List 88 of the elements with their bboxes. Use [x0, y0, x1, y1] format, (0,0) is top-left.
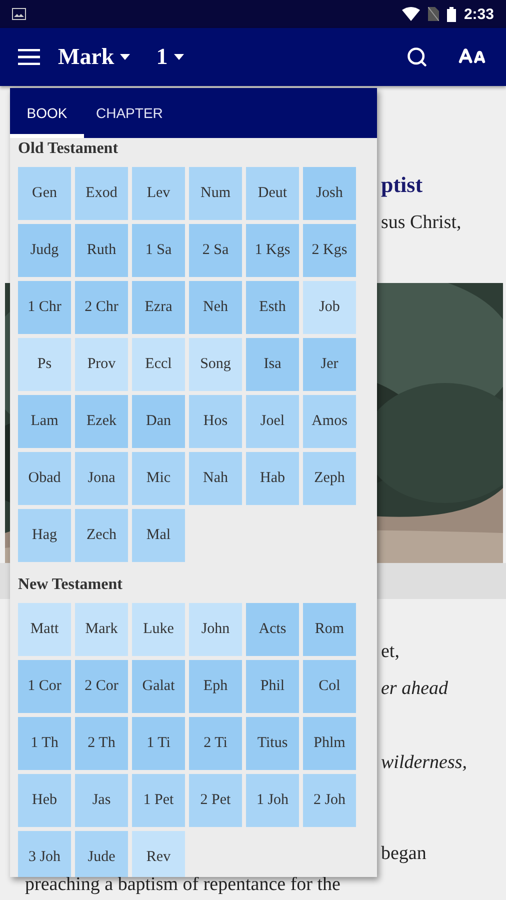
book-tile[interactable]: 1 Ti	[132, 717, 185, 770]
book-tile[interactable]: Josh	[303, 167, 356, 220]
book-tile[interactable]: Rev	[132, 831, 185, 877]
book-tile[interactable]: 1 Sa	[132, 224, 185, 277]
book-tile[interactable]: Hos	[189, 395, 242, 448]
menu-icon[interactable]	[18, 49, 40, 65]
caret-icon	[120, 54, 130, 60]
verse-text: wilderness,	[381, 752, 468, 774]
book-tile[interactable]: Col	[303, 660, 356, 713]
book-tile[interactable]: 1 Kgs	[246, 224, 299, 277]
book-tile[interactable]: 2 Chr	[75, 281, 128, 334]
book-tile[interactable]: 2 Pet	[189, 774, 242, 827]
book-tile[interactable]: Luke	[132, 603, 185, 656]
book-tile[interactable]: Gen	[18, 167, 71, 220]
book-tile[interactable]: Matt	[18, 603, 71, 656]
testament-heading: Old Testament	[18, 140, 118, 158]
book-tile[interactable]: John	[189, 603, 242, 656]
book-tile[interactable]: Neh	[189, 281, 242, 334]
book-tile[interactable]: Eccl	[132, 338, 185, 391]
book-tile[interactable]: 1 Th	[18, 717, 71, 770]
book-tile[interactable]: Mark	[75, 603, 128, 656]
book-tile[interactable]: Acts	[246, 603, 299, 656]
search-icon	[406, 46, 428, 68]
chapter-dropdown[interactable]: 1	[148, 44, 192, 70]
book-tile[interactable]: Num	[189, 167, 242, 220]
book-tile[interactable]: Phlm	[303, 717, 356, 770]
book-tile[interactable]: 1 Pet	[132, 774, 185, 827]
book-tile[interactable]: Jona	[75, 452, 128, 505]
image-icon	[12, 8, 26, 20]
picker-tab[interactable]: CHAPTER	[84, 88, 175, 138]
picker-tab[interactable]: BOOK	[10, 88, 84, 138]
status-time: 2:33	[464, 6, 494, 22]
book-tile[interactable]: Deut	[246, 167, 299, 220]
book-tile[interactable]: Hab	[246, 452, 299, 505]
book-tile[interactable]: Jas	[75, 774, 128, 827]
verse-text: et,	[381, 641, 400, 663]
book-dropdown[interactable]: Mark	[50, 44, 138, 70]
testament-heading: New Testament	[18, 576, 122, 594]
book-tile[interactable]: Ps	[18, 338, 71, 391]
book-tile[interactable]: Ezra	[132, 281, 185, 334]
book-tile[interactable]: 3 Joh	[18, 831, 71, 877]
caret-icon	[174, 54, 184, 60]
book-tile[interactable]: 1 Cor	[18, 660, 71, 713]
book-tile[interactable]: Song	[189, 338, 242, 391]
book-tile[interactable]: Eph	[189, 660, 242, 713]
book-tile[interactable]: Jude	[75, 831, 128, 877]
verse-text: sus Christ,	[381, 212, 462, 234]
book-tile[interactable]: Zeph	[303, 452, 356, 505]
book-tile[interactable]: 1 Chr	[18, 281, 71, 334]
book-tile[interactable]: 2 Th	[75, 717, 128, 770]
book-tile[interactable]: Mic	[132, 452, 185, 505]
book-tile[interactable]: Mal	[132, 509, 185, 562]
book-tile[interactable]: Lev	[132, 167, 185, 220]
book-tile[interactable]: Nah	[189, 452, 242, 505]
book-tile[interactable]: 2 Sa	[189, 224, 242, 277]
book-tile[interactable]: Judg	[18, 224, 71, 277]
book-tile[interactable]: Joel	[246, 395, 299, 448]
book-tile[interactable]: 2 Ti	[189, 717, 242, 770]
section-heading: ptist	[381, 172, 423, 198]
book-tile[interactable]: Galat	[132, 660, 185, 713]
book-tile[interactable]: Hag	[18, 509, 71, 562]
book-tile[interactable]: Isa	[246, 338, 299, 391]
book-tile[interactable]: Titus	[246, 717, 299, 770]
wifi-icon	[402, 7, 420, 21]
book-tile[interactable]: Obad	[18, 452, 71, 505]
book-tile[interactable]: Esth	[246, 281, 299, 334]
verse-text: preaching a baptism of repentance for the	[25, 875, 342, 895]
book-tile[interactable]: Prov	[75, 338, 128, 391]
book-tile[interactable]: Dan	[132, 395, 185, 448]
book-tile[interactable]: Ruth	[75, 224, 128, 277]
book-tile[interactable]: Jer	[303, 338, 356, 391]
book-tile[interactable]: Rom	[303, 603, 356, 656]
verse-text: began	[381, 843, 426, 865]
book-tile[interactable]: Zech	[75, 509, 128, 562]
book-tile[interactable]: Exod	[75, 167, 128, 220]
book-tile[interactable]: 1 Joh	[246, 774, 299, 827]
book-tile[interactable]: Amos	[303, 395, 356, 448]
book-tile[interactable]: Job	[303, 281, 356, 334]
no-sim-icon	[428, 7, 439, 21]
book-tile[interactable]: 2 Joh	[303, 774, 356, 827]
book-tile[interactable]: Heb	[18, 774, 71, 827]
battery-icon	[446, 6, 456, 22]
book-tile[interactable]: Phil	[246, 660, 299, 713]
verse-text: er ahead	[381, 678, 448, 700]
book-tile[interactable]: 2 Cor	[75, 660, 128, 713]
book-tile[interactable]: Ezek	[75, 395, 128, 448]
book-tile[interactable]: 2 Kgs	[303, 224, 356, 277]
book-tile[interactable]: Lam	[18, 395, 71, 448]
